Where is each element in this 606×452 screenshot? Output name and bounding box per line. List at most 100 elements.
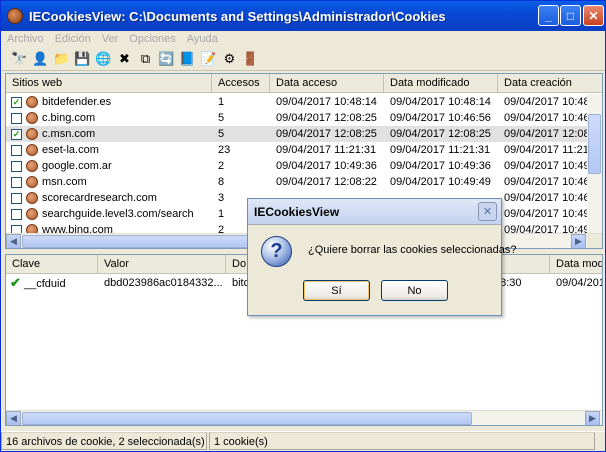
cookies-horizontal-scrollbar[interactable]: ◀ ▶ <box>6 410 602 425</box>
cookies-hscroll-thumb[interactable] <box>22 412 472 425</box>
minimize-button[interactable]: _ <box>538 5 559 26</box>
check-icon: ✔ <box>10 275 21 290</box>
col-data-modificado[interactable]: Data modificado <box>384 74 498 93</box>
site-access: 09/04/2017 12:08:22 <box>276 176 377 188</box>
scroll-left-button[interactable]: ◀ <box>6 411 21 425</box>
site-access: 09/04/2017 12:08:25 <box>276 112 377 124</box>
properties-icon[interactable]: 👤 <box>30 49 51 69</box>
sites-hscroll-thumb[interactable] <box>22 235 272 248</box>
site-name: c.bing.com <box>42 112 96 124</box>
checkbox[interactable] <box>11 192 22 204</box>
checkbox-checked[interactable]: ✓ <box>11 128 22 140</box>
sites-vertical-scrollbar[interactable] <box>587 94 602 233</box>
cookie-key: __cfduid <box>23 278 66 290</box>
exit-icon[interactable]: 🚪 <box>240 49 261 69</box>
sites-vscroll-thumb[interactable] <box>588 114 601 174</box>
site-cell: ✓ c.msn.com <box>6 126 212 142</box>
copy-icon[interactable]: ⧉ <box>135 49 156 69</box>
site-access: 09/04/2017 12:08:25 <box>276 128 377 140</box>
cookie-icon <box>26 192 38 204</box>
col-valor[interactable]: Valor <box>98 255 226 274</box>
col-accesos[interactable]: Accesos <box>212 74 270 93</box>
site-name: searchguide.level3.com/search <box>42 208 194 220</box>
col-clave[interactable]: Clave <box>6 255 98 274</box>
cookie-icon <box>26 208 38 220</box>
scroll-right-button[interactable]: ▶ <box>571 234 586 248</box>
menu-edicion[interactable]: Edición <box>49 31 96 47</box>
cookie-modified: 09/04/2017 <box>556 277 602 289</box>
site-cell: searchguide.level3.com/search <box>6 206 212 222</box>
site-name: msn.com <box>42 176 87 188</box>
menu-archivo[interactable]: Archivo <box>1 31 49 47</box>
col-sitios-web[interactable]: Sitios web <box>6 74 212 93</box>
menu-opciones[interactable]: Opciones <box>123 31 180 47</box>
edit-icon[interactable]: 📘 <box>177 49 198 69</box>
cookie-icon <box>26 176 38 188</box>
close-button[interactable]: ✕ <box>583 5 604 26</box>
site-access: 09/04/2017 11:21:31 <box>276 144 377 156</box>
site-name: scorecardresearch.com <box>42 192 157 204</box>
site-accesses: 23 <box>218 144 231 156</box>
yes-button[interactable]: Sí <box>303 280 370 301</box>
options-icon[interactable]: ⚙ <box>219 49 240 69</box>
col-data-creacion[interactable]: Data creación <box>498 74 602 93</box>
site-row[interactable]: c.bing.com 5 09/04/2017 12:08:25 09/04/2017… <box>6 110 602 126</box>
menu-bar: Archivo Edición Ver Opciones Ayuda <box>1 31 605 47</box>
site-cell: google.com.ar <box>6 158 212 174</box>
site-name: c.msn.com <box>42 128 96 140</box>
checkbox[interactable] <box>11 208 22 220</box>
delete-icon[interactable]: ✖ <box>114 49 135 69</box>
confirm-dialog: IECookiesView ✕ ? ¿Quiere borrar las coo… <box>247 198 517 316</box>
checkbox[interactable] <box>11 112 22 124</box>
site-name: google.com.ar <box>42 160 112 172</box>
site-cell: ✓ bitdefender.es <box>6 94 212 110</box>
site-cell: c.bing.com <box>6 110 212 126</box>
col-data-modif[interactable]: Data modif <box>550 255 602 274</box>
site-cell: scorecardresearch.com <box>6 190 212 206</box>
scroll-left-button[interactable]: ◀ <box>6 234 21 248</box>
refresh-icon[interactable]: 🔄 <box>156 49 177 69</box>
site-row[interactable]: ✓ bitdefender.es 1 09/04/2017 10:48:14 09/04… <box>6 94 602 110</box>
cookie-icon <box>26 160 38 172</box>
dialog-title[interactable]: IECookiesView <box>248 199 501 225</box>
site-row[interactable]: google.com.ar 2 09/04/2017 10:49:36 09/04/2… <box>6 158 602 174</box>
site-access: 09/04/2017 10:49:36 <box>276 160 377 172</box>
checkbox[interactable] <box>11 176 22 188</box>
site-modified: 09/04/2017 12:08:25 <box>390 128 491 140</box>
scroll-right-button[interactable]: ▶ <box>585 411 600 425</box>
find-icon[interactable]: 🔭 <box>9 49 30 69</box>
site-modified: 09/04/2017 10:48:14 <box>390 96 491 108</box>
status-cookies: 1 cookie(s) <box>209 432 595 450</box>
dialog-close-icon[interactable]: ✕ <box>478 202 497 221</box>
site-modified: 09/04/2017 11:21:31 <box>390 144 491 156</box>
cookie-icon <box>26 128 38 140</box>
site-row[interactable]: eset-la.com 23 09/04/2017 11:21:31 09/04/20… <box>6 142 602 158</box>
cookie-value: dbd023986ac0184332... <box>104 277 223 289</box>
question-icon: ? <box>261 236 292 267</box>
menu-ver[interactable]: Ver <box>96 31 124 47</box>
title-bar[interactable]: IECookiesView: C:\Documents and Settings… <box>1 1 605 31</box>
site-accesses: 8 <box>218 176 225 188</box>
col-data-acceso[interactable]: Data acceso <box>270 74 384 93</box>
maximize-button[interactable]: □ <box>560 5 581 26</box>
checkbox[interactable] <box>11 160 22 172</box>
checkbox-checked[interactable]: ✓ <box>11 96 22 108</box>
cookie-icon <box>26 144 38 156</box>
site-row[interactable]: ✓ c.msn.com 5 09/04/2017 12:08:25 09/04/2017… <box>6 126 602 142</box>
notes-icon[interactable]: 📝 <box>198 49 219 69</box>
site-accesses: 1 <box>218 96 225 108</box>
save-icon[interactable]: 💾 <box>72 49 93 69</box>
cookie-icon <box>26 96 38 108</box>
web-icon[interactable]: 🌐 <box>93 49 114 69</box>
cookie-icon <box>26 112 38 124</box>
status-bar: 16 archivos de cookie, 2 seleccionada(s)… <box>1 431 605 451</box>
site-cell: eset-la.com <box>6 142 212 158</box>
no-button[interactable]: No <box>381 280 448 301</box>
site-name: eset-la.com <box>42 144 99 156</box>
site-modified: 09/04/2017 10:49:49 <box>390 176 491 188</box>
scroll-corner <box>587 234 602 248</box>
site-row[interactable]: msn.com 8 09/04/2017 12:08:22 09/04/2017 10… <box>6 174 602 190</box>
open-folder-icon[interactable]: 📁 <box>51 49 72 69</box>
menu-ayuda[interactable]: Ayuda <box>181 31 223 47</box>
checkbox[interactable] <box>11 144 22 156</box>
